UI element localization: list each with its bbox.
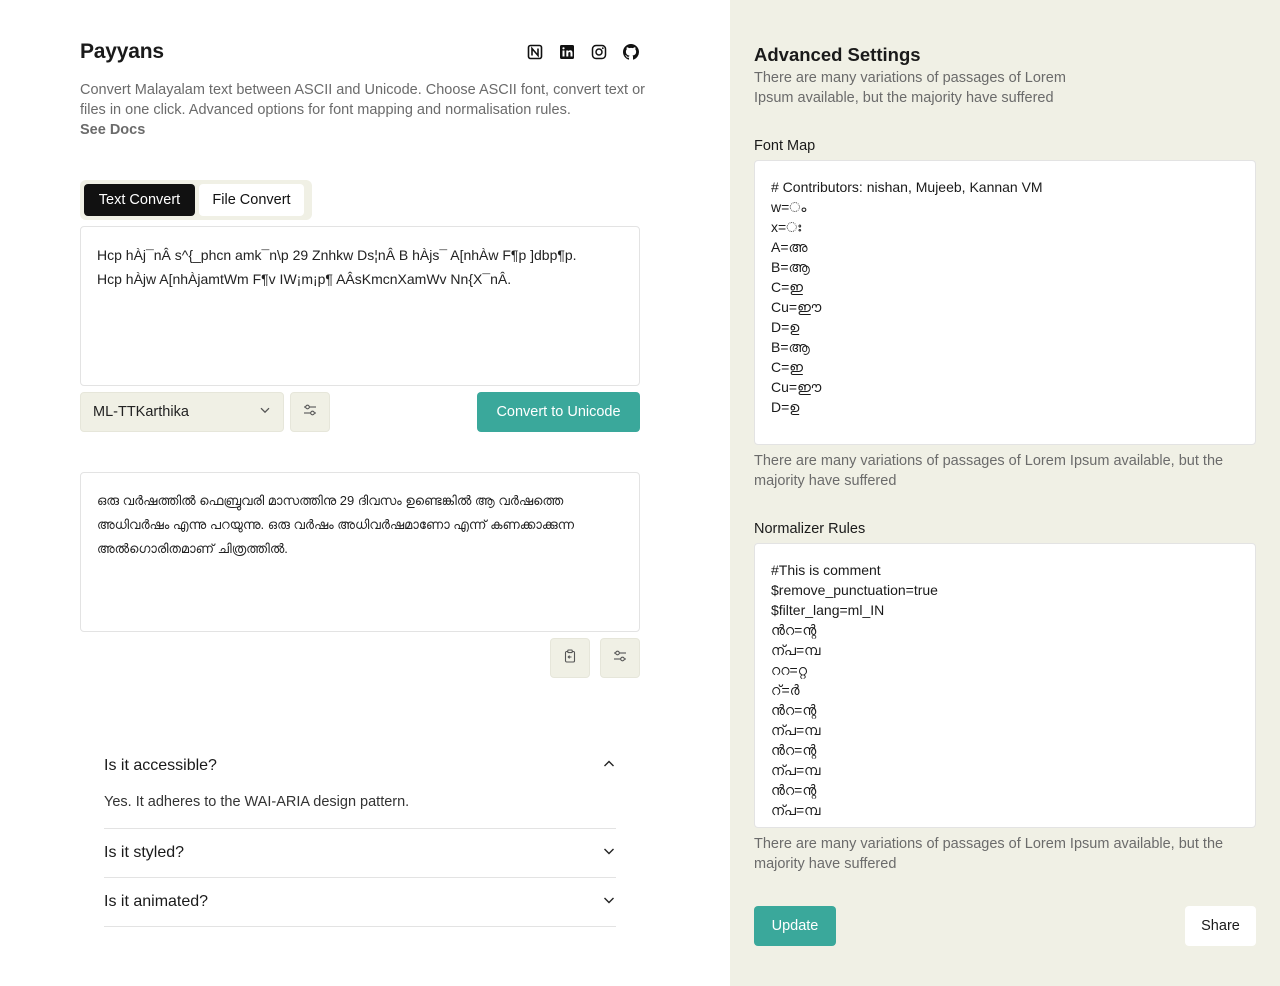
code-line: ൻറ=ന്റ (771, 782, 817, 798)
faq-item: Is it styled? (104, 829, 616, 878)
chevron-down-icon (602, 844, 616, 863)
linkedin-icon[interactable] (558, 43, 576, 61)
code-line: #This is comment (771, 562, 881, 578)
faq-question: Is it animated? (104, 893, 209, 910)
normalizer-rules-help: There are many variations of passages of… (754, 836, 1224, 872)
app-title: Payyans (80, 40, 164, 63)
faq-trigger-styled[interactable]: Is it styled? (104, 829, 616, 877)
chevron-down-icon (259, 404, 271, 420)
code-line: x=ഃ (771, 219, 802, 235)
output-options-button[interactable] (600, 638, 640, 678)
faq-question: Is it styled? (104, 844, 185, 861)
code-line: ന്പ=മ്പ (771, 802, 821, 818)
code-line: Cu=ഈ (771, 379, 822, 395)
advanced-settings-description: There are many variations of passages of… (754, 70, 1066, 106)
font-map-label: Font Map (754, 138, 816, 154)
code-line: # Contributors: nishan, Mujeeb, Kannan V… (771, 179, 1043, 195)
ascii-input[interactable]: Hcp hÀj¯nÂ s^{_phcn amk¯n\p 29 Znhkw Ds¦… (80, 226, 640, 386)
chevron-down-icon (602, 893, 616, 912)
code-line: A=അ (771, 239, 808, 255)
faq-answer: Yes. It adheres to the WAI-ARIA design p… (104, 794, 410, 810)
normalizer-rules-editor[interactable]: #This is comment $remove_punctuation=true… (754, 543, 1256, 828)
faq-accordion: Is it accessible? Yes. It adheres to the… (104, 742, 616, 927)
code-line: B=ആ (771, 339, 810, 355)
faq-question: Is it accessible? (104, 757, 217, 774)
see-docs-link[interactable]: See Docs (80, 120, 145, 140)
tab-text-convert[interactable]: Text Convert (84, 184, 195, 216)
code-line: ന്പ=മ്പ (771, 642, 821, 658)
code-line: $remove_punctuation=true (771, 582, 938, 598)
normalizer-rules-label: Normalizer Rules (754, 521, 866, 537)
font-select-value: ML-TTKarthika (93, 404, 189, 420)
share-button[interactable]: Share (1185, 906, 1256, 946)
faq-item: Is it animated? (104, 878, 616, 927)
sliders-icon (303, 403, 317, 422)
code-line: C=ഇ (771, 279, 804, 295)
unicode-output[interactable]: ഒരു വർഷത്തിൽ ഫെബ്രുവരി മാസത്തിനു 29 ദിവസ… (80, 472, 640, 632)
faq-trigger-accessible[interactable]: Is it accessible? (104, 742, 616, 790)
sliders-icon (613, 649, 627, 668)
convert-to-unicode-button[interactable]: Convert to Unicode (477, 392, 640, 432)
copy-button[interactable] (550, 638, 590, 678)
tab-file-convert[interactable]: File Convert (199, 184, 304, 216)
code-line: Cu=ഈ (771, 299, 822, 315)
font-map-editor[interactable]: # Contributors: nishan, Mujeeb, Kannan V… (754, 160, 1256, 445)
faq-trigger-animated[interactable]: Is it animated? (104, 878, 616, 926)
code-line: C=ഇ (771, 359, 804, 375)
input-options-button[interactable] (290, 392, 330, 432)
faq-item: Is it accessible? Yes. It adheres to the… (104, 742, 616, 829)
code-line: ററ=റ്റ (771, 662, 808, 678)
font-map-help: There are many variations of passages of… (754, 453, 1224, 489)
input-line: Hcp hÀjw A[nhÀjamtWm F¶v IW¡m¡p¶ AÂsKmcn… (97, 271, 512, 287)
code-line: D=ഉ (771, 319, 800, 335)
code-line: B=ആ (771, 259, 810, 275)
convert-tabs: Text Convert File Convert (80, 180, 312, 220)
code-line: ന്പ=മ്പ (771, 762, 821, 778)
update-button[interactable]: Update (754, 906, 836, 946)
code-line: ൻറ=ന്റ (771, 622, 817, 638)
output-line: അധിവർഷം എന്നു പറയുന്നു. ഒരു വർഷം അധിവർഷമ… (97, 517, 575, 532)
output-line: അൽഗൊരിതമാണ് ചിത്രത്തിൽ. (97, 541, 288, 556)
app-description: Convert Malayalam text between ASCII and… (80, 82, 645, 118)
code-line: ൻറ=ന്റ (771, 702, 817, 718)
code-line: ൻറ=ന്റ (771, 742, 817, 758)
code-line: റ്=ർ (771, 682, 800, 698)
notion-icon[interactable] (526, 43, 544, 61)
input-line: Hcp hÀj¯nÂ s^{_phcn amk¯n\p 29 Znhkw Ds¦… (97, 247, 577, 263)
code-line: w=ം (771, 199, 807, 215)
code-line: D=ഉ (771, 399, 800, 415)
social-links (526, 43, 640, 61)
chevron-up-icon (602, 757, 616, 776)
github-icon[interactable] (622, 43, 640, 61)
code-line: ന്പ=മ്പ (771, 722, 821, 738)
font-select[interactable]: ML-TTKarthika (80, 392, 284, 432)
output-line: ഒരു വർഷത്തിൽ ഫെബ്രുവരി മാസത്തിനു 29 ദിവസ… (97, 493, 564, 508)
code-line: $filter_lang=ml_IN (771, 602, 885, 618)
instagram-icon[interactable] (590, 43, 608, 61)
clipboard-icon (563, 648, 577, 668)
advanced-settings-title: Advanced Settings (754, 44, 921, 65)
